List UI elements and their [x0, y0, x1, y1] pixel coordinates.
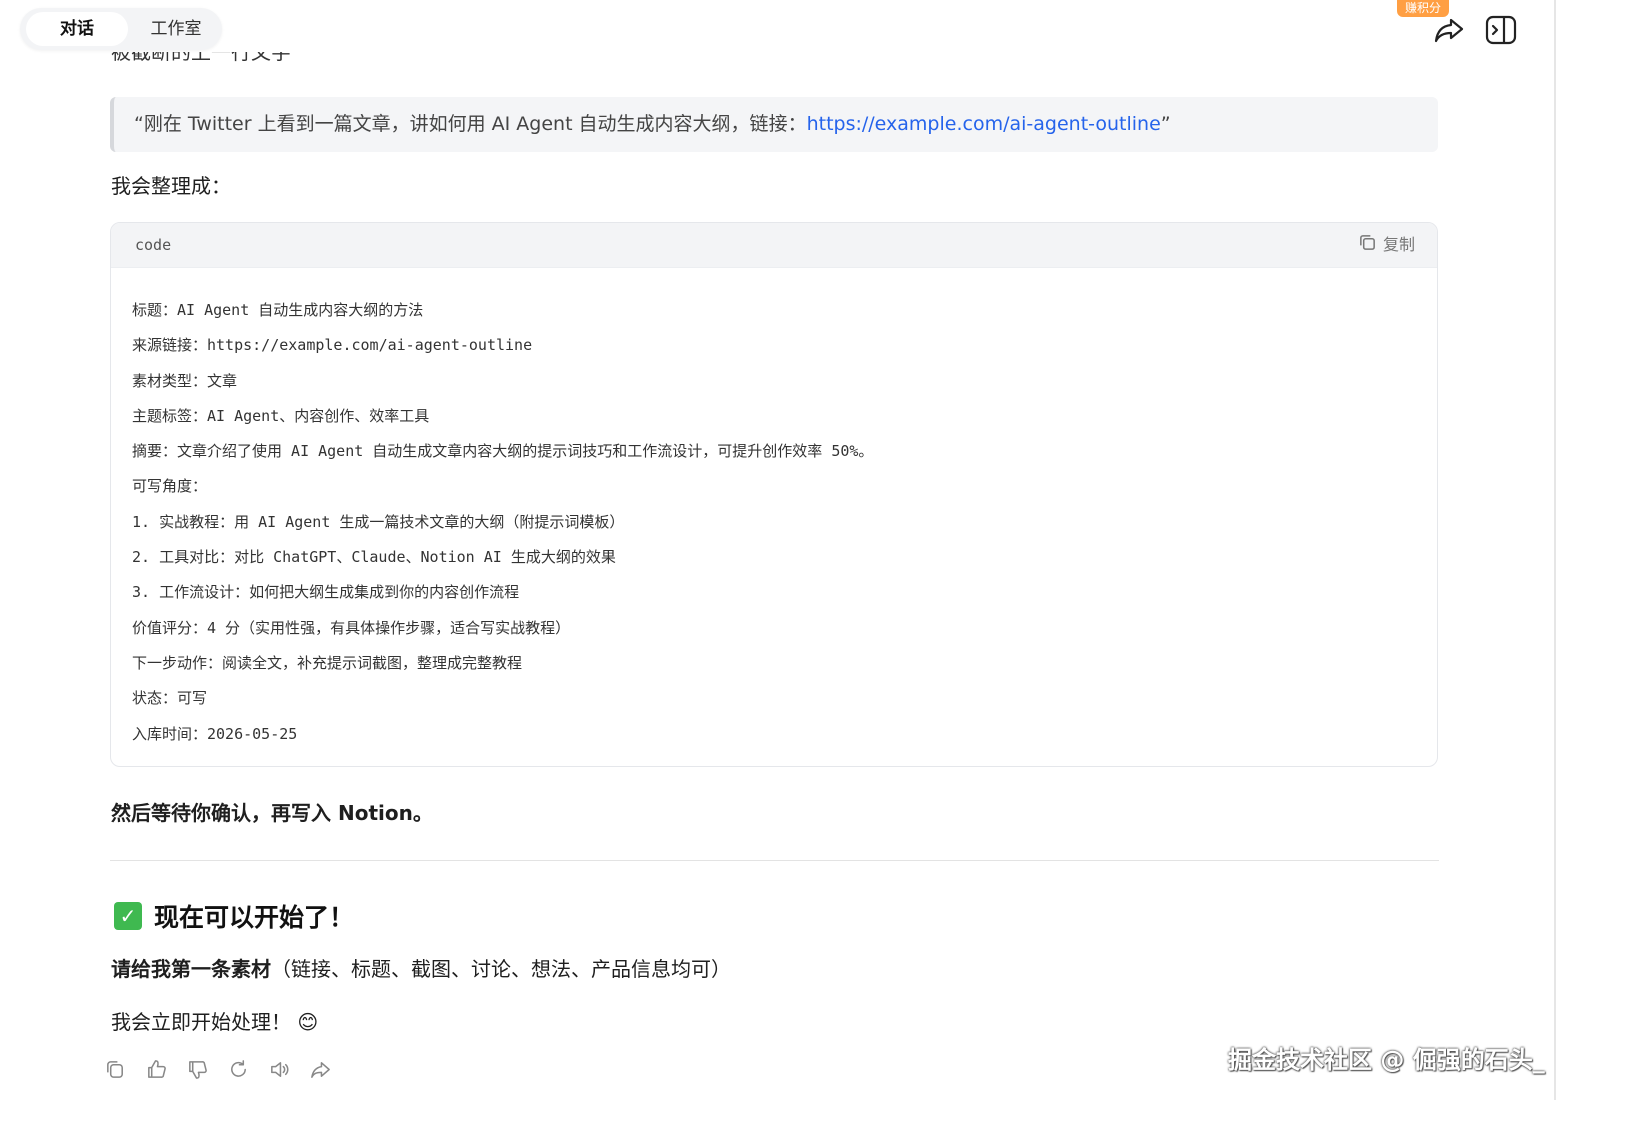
- share-icon[interactable]: [1433, 14, 1465, 46]
- request-text: 请给我第一条素材（链接、标题、截图、讨论、想法、产品信息均可）: [111, 953, 731, 982]
- watermark: 掘金技术社区 @ 倔强的石头_: [1228, 1046, 1545, 1074]
- smile-emoji-icon: 😊: [297, 1010, 319, 1034]
- thumbs-up-icon[interactable]: [145, 1058, 168, 1081]
- heading-text: 现在可以开始了！: [154, 903, 355, 932]
- code-line: 素材类型：文章: [132, 371, 238, 390]
- code-body: 标题：AI Agent 自动生成内容大纲的方法 来源链接：https://exa…: [111, 268, 1437, 752]
- divider: [110, 860, 1439, 861]
- closing-text: 我会立即开始处理！ 😊: [111, 1006, 318, 1035]
- copy-label: 复制: [1382, 235, 1415, 254]
- code-language-label: code: [135, 236, 172, 254]
- copy-message-icon[interactable]: [104, 1058, 127, 1081]
- mode-tabs: 对话 工作室: [20, 8, 222, 50]
- code-header: code 复制: [111, 223, 1437, 268]
- tab-chat[interactable]: 对话: [26, 12, 128, 46]
- code-line: 标题：AI Agent 自动生成内容大纲的方法: [132, 301, 424, 319]
- copy-icon: [1358, 233, 1377, 258]
- page: 对话 工作室 赚积分 被截断的上一行文字 “刚在 Twitter 上看到一篇文章…: [0, 0, 1629, 1142]
- speaker-icon[interactable]: [268, 1058, 291, 1081]
- code-line: 3. 工作流设计：如何把大纲生成集成到你的内容创作流程: [132, 583, 520, 602]
- quote-block: “刚在 Twitter 上看到一篇文章，讲如何用 AI Agent 自动生成内容…: [110, 97, 1438, 152]
- regenerate-icon[interactable]: [227, 1058, 250, 1081]
- code-line: 价值评分：4 分（实用性强，有具体操作步骤，适合写实战教程）: [132, 618, 571, 637]
- code-line: 来源链接：https://example.com/ai-agent-outlin…: [132, 336, 533, 355]
- thumbs-down-icon[interactable]: [186, 1058, 209, 1081]
- tab-studio[interactable]: 工作室: [128, 12, 224, 46]
- section-heading: ✓ 现在可以开始了！: [114, 898, 354, 934]
- code-block: code 复制 标题：AI Agent 自动生成内容大纲的方法 来源链接：htt…: [110, 222, 1438, 767]
- closing-label: 我会立即开始处理！: [111, 1010, 291, 1034]
- code-line: 可写角度：: [132, 477, 208, 496]
- quote-link[interactable]: https://example.com/ai-agent-outline: [807, 113, 1161, 135]
- truncated-line: 被截断的上一行文字: [111, 52, 291, 64]
- check-mark-icon: ✓: [114, 902, 142, 930]
- sidebar-panel-icon[interactable]: [1484, 14, 1518, 46]
- quote-suffix: ”: [1160, 113, 1171, 135]
- code-line: 摘要：文章介绍了使用 AI Agent 自动生成文章内容大纲的提示词技巧和工作流…: [132, 442, 874, 461]
- quote-text: “刚在 Twitter 上看到一篇文章，讲如何用 AI Agent 自动生成内容…: [134, 113, 807, 135]
- code-line: 2. 工具对比：对比 ChatGPT、Claude、Notion AI 生成大纲…: [132, 548, 616, 567]
- copy-button[interactable]: 复制: [1358, 234, 1415, 256]
- message-actions: [104, 1058, 332, 1081]
- request-bold: 请给我第一条素材: [111, 957, 271, 981]
- code-line: 主题标签：AI Agent、内容创作、效率工具: [132, 406, 430, 425]
- intro-text: 我会整理成：: [111, 174, 231, 198]
- code-line: 1. 实战教程：用 AI Agent 生成一篇技术文章的大纲（附提示词模板）: [132, 512, 625, 531]
- share-message-icon[interactable]: [309, 1058, 332, 1081]
- code-line: 入库时间：2026-05-25: [132, 724, 298, 743]
- scrollbar[interactable]: [1554, 0, 1556, 1100]
- code-line: 下一步动作：阅读全文，补充提示词截图，整理成完整教程: [132, 653, 523, 672]
- code-line: 状态：可写: [132, 689, 208, 708]
- request-rest: （链接、标题、截图、讨论、想法、产品信息均可）: [271, 957, 731, 981]
- confirm-text: 然后等待你确认，再写入 Notion。: [111, 801, 433, 825]
